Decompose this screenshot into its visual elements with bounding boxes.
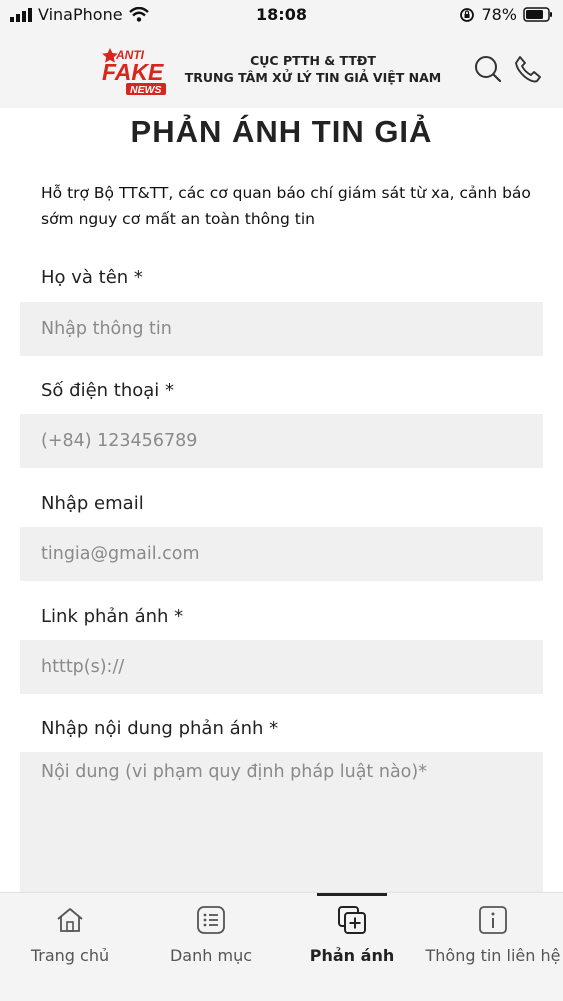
tab-categories-label: Danh mục bbox=[169, 946, 252, 965]
email-input[interactable] bbox=[20, 527, 543, 581]
name-input[interactable] bbox=[20, 302, 543, 356]
list-icon bbox=[197, 906, 225, 934]
battery-percent: 78% bbox=[481, 5, 517, 24]
bottom-tab-bar: Trang chủ Danh mục Phản ánh Thông tin li… bbox=[0, 892, 563, 1001]
tab-home[interactable]: Trang chủ bbox=[0, 893, 140, 1001]
battery-icon bbox=[523, 7, 552, 22]
org-line-2: TRUNG TÂM XỬ LÝ TIN GIẢ VIỆT NAM bbox=[184, 70, 442, 85]
link-input[interactable] bbox=[20, 640, 543, 694]
name-label: Họ và tên * bbox=[41, 267, 143, 288]
tab-categories[interactable]: Danh mục bbox=[141, 893, 281, 1001]
info-icon bbox=[479, 906, 507, 934]
svg-text:NEWS: NEWS bbox=[130, 84, 162, 96]
anti-fake-news-logo[interactable]: ANTI FAKE NEWS bbox=[98, 40, 170, 96]
page-title: PHẢN ÁNH TIN GIẢ bbox=[130, 114, 433, 149]
rotation-lock-icon bbox=[460, 7, 475, 22]
content-label: Nhập nội dung phản ánh * bbox=[41, 718, 279, 739]
tab-home-label: Trang chủ bbox=[30, 946, 110, 965]
search-icon[interactable] bbox=[473, 54, 503, 84]
status-right: 78% bbox=[459, 5, 553, 24]
link-label: Link phản ánh * bbox=[41, 606, 184, 627]
tab-report[interactable]: Phản ánh bbox=[282, 893, 422, 1001]
email-label: Nhập email bbox=[41, 493, 144, 514]
phone-icon[interactable] bbox=[513, 54, 543, 84]
organization-name: CỤC PTTH & TTĐT TRUNG TÂM XỬ LÝ TIN GIẢ … bbox=[180, 52, 446, 86]
phone-label: Số điện thoại * bbox=[41, 380, 175, 401]
add-report-icon bbox=[338, 906, 366, 934]
app-header: ANTI FAKE NEWS CỤC PTTH & TTĐT TRUNG TÂM… bbox=[0, 30, 563, 108]
tab-contact-label: Thông tin liên hệ bbox=[425, 946, 561, 965]
org-line-1: CỤC PTTH & TTĐT bbox=[250, 53, 376, 68]
content-textarea[interactable] bbox=[20, 752, 543, 902]
tab-contact[interactable]: Thông tin liên hệ bbox=[423, 893, 563, 1001]
tab-report-label: Phản ánh bbox=[309, 946, 395, 965]
svg-text:FAKE: FAKE bbox=[102, 59, 164, 85]
status-bar: VinaPhone 18:08 78% bbox=[0, 0, 563, 30]
page-description: Hỗ trợ Bộ TT&TT, các cơ quan báo chí giá… bbox=[41, 184, 531, 228]
phone-input[interactable] bbox=[20, 414, 543, 468]
home-icon bbox=[57, 908, 83, 932]
